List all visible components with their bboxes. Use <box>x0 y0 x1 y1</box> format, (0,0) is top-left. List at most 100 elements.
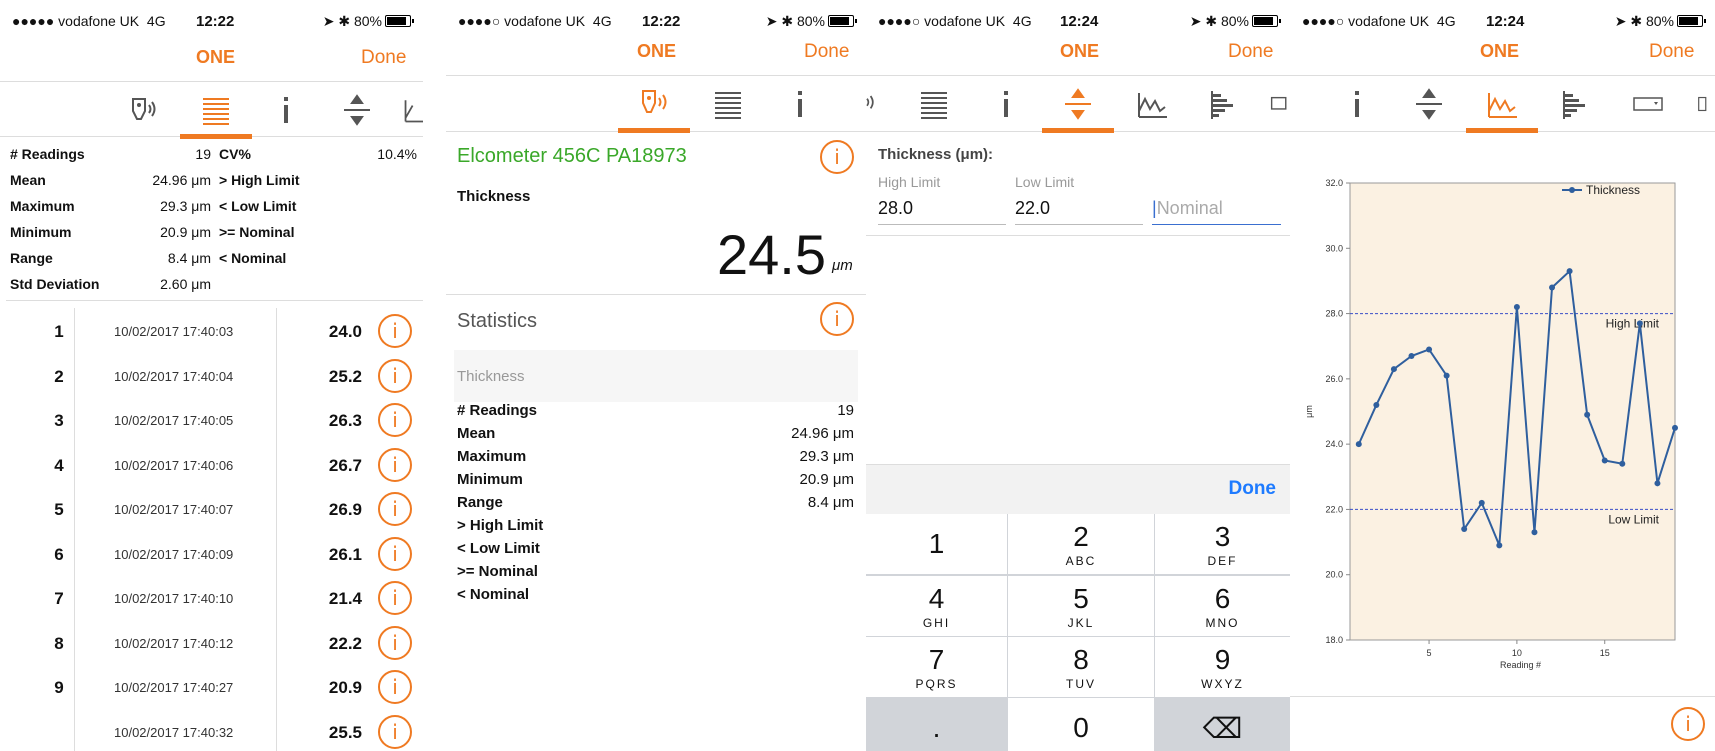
tab-gauge[interactable] <box>618 86 690 133</box>
key-1[interactable]: 1 <box>866 514 1007 574</box>
reading-info-button[interactable]: i <box>378 581 412 615</box>
tab-histogram[interactable] <box>1552 86 1600 122</box>
stat-value: 8.4 μm <box>807 494 854 511</box>
reading-info-button[interactable]: i <box>378 625 412 660</box>
gauge-info-button[interactable]: i <box>820 140 854 174</box>
tab-info[interactable] <box>262 92 310 128</box>
low-limit-input[interactable]: 22.0 <box>1015 198 1143 225</box>
tab-batch[interactable] <box>1624 86 1672 122</box>
carrier: ●●●●○ vodafone UK 4G <box>1302 13 1456 29</box>
stat-label: Minimum <box>10 224 72 240</box>
data-point <box>1496 542 1503 549</box>
tab-underline <box>618 128 690 133</box>
table-row[interactable]: 5 10/02/2017 17:40:07 26.9 i <box>0 492 423 542</box>
table-row[interactable]: 3 10/02/2017 17:40:05 26.3 i <box>0 403 423 453</box>
table-row[interactable]: 8 10/02/2017 17:40:12 22.2 i <box>0 625 423 676</box>
tab-limits[interactable] <box>333 92 381 128</box>
stat-label: < Nominal <box>457 586 530 603</box>
y-tick-label: 20.0 <box>1325 570 1343 580</box>
key-digit: 4 <box>928 582 945 614</box>
reading-info-button[interactable]: i <box>378 714 412 749</box>
reading-info-button[interactable]: i <box>378 403 412 437</box>
reading-info-button[interactable]: i <box>378 670 412 704</box>
stat-value: 20.9 μm <box>160 224 211 240</box>
reading-timestamp: 10/02/2017 17:40:09 <box>114 546 234 562</box>
nominal-input[interactable]: |Nominal <box>1152 198 1281 225</box>
reading-info-button[interactable]: i <box>378 314 412 348</box>
tab-readings[interactable] <box>704 86 752 122</box>
table-row[interactable]: 4 10/02/2017 17:40:06 26.7 i <box>0 447 423 498</box>
table-row[interactable]: 2 10/02/2017 17:40:04 25.2 i <box>0 358 423 409</box>
key-7[interactable]: 7 PQRS <box>866 637 1007 697</box>
key-0[interactable]: 0 <box>1008 698 1154 751</box>
done-button[interactable]: Done <box>1649 41 1694 63</box>
divider <box>6 300 423 301</box>
reading-info-button[interactable]: i <box>378 536 412 571</box>
carrier: ●●●●○ vodafone UK 4G <box>458 13 612 29</box>
reading-value: 26.9 <box>328 500 362 519</box>
divider <box>446 294 866 295</box>
reading-info-button[interactable]: i <box>378 492 412 526</box>
tab-chart[interactable] <box>1466 86 1538 133</box>
keyboard-done-button[interactable]: Done <box>1229 478 1277 500</box>
info-icon <box>284 97 288 123</box>
tab-gauge[interactable] <box>866 86 890 122</box>
tab-limits[interactable] <box>1042 86 1114 133</box>
high-limit-input[interactable]: 28.0 <box>878 198 1006 225</box>
table-row[interactable]: 1 10/02/2017 17:40:03 24.0 i <box>0 314 423 364</box>
stat-value: 2.60 μm <box>160 276 211 292</box>
done-button[interactable]: Done <box>1228 41 1273 63</box>
key-2[interactable]: 2 ABC <box>1008 514 1154 574</box>
data-point <box>1619 460 1626 467</box>
tab-info[interactable] <box>776 86 824 122</box>
key-9[interactable]: 9 WXYZ <box>1155 637 1290 697</box>
chart-info-button[interactable]: i <box>1671 707 1705 741</box>
stat-value: 19 <box>837 402 854 419</box>
reading-info-button[interactable]: i <box>378 447 412 482</box>
gauge-reading: 24.5 <box>717 223 826 286</box>
data-point <box>1355 441 1362 448</box>
tab-gauge[interactable] <box>118 92 166 128</box>
reading-info-button[interactable]: i <box>378 358 412 393</box>
backspace-key[interactable]: ⌫ <box>1155 698 1290 751</box>
table-row[interactable]: 7 10/02/2017 17:40:10 21.4 i <box>0 581 423 631</box>
stat-label: < Low Limit <box>219 198 297 214</box>
stat-label: >= Nominal <box>219 224 295 240</box>
tab-info[interactable] <box>982 86 1030 122</box>
reading-timestamp: 10/02/2017 17:40:04 <box>114 368 234 384</box>
key-4[interactable]: 4 GHI <box>866 576 1007 636</box>
gauge-screen: ●●●●○ vodafone UK 4G 12:22 ➤ ✱ 80% ONE D… <box>446 0 866 751</box>
statistics-info-button[interactable]: i <box>820 302 854 336</box>
x-tick-label: 10 <box>1512 648 1522 658</box>
table-row[interactable]: 6 10/02/2017 17:40:09 26.1 i <box>0 536 423 587</box>
tab-readings[interactable] <box>180 92 252 139</box>
tab-chart[interactable] <box>1128 86 1176 122</box>
done-button[interactable]: Done <box>361 47 406 69</box>
decimal-key[interactable]: . <box>866 698 1007 751</box>
key-6[interactable]: 6 MNO <box>1155 576 1290 636</box>
stat-label: Mean <box>10 172 46 188</box>
tab-chart[interactable] <box>402 92 423 128</box>
tab-info[interactable] <box>1333 86 1381 122</box>
gauge-name: Elcometer 456C PA18973 <box>457 145 687 167</box>
data-point <box>1513 304 1520 311</box>
key-8[interactable]: 8 TUV <box>1008 637 1154 697</box>
data-point <box>1636 320 1643 327</box>
reading-index: 5 <box>54 500 64 519</box>
table-row[interactable]: 9 10/02/2017 17:40:27 20.9 i <box>0 670 423 720</box>
reading-value: 24.0 <box>328 322 362 341</box>
tab-batch[interactable] <box>1266 86 1290 122</box>
key-letters: PQRS <box>915 676 958 691</box>
tab-underline <box>1042 128 1114 133</box>
tab-readings[interactable] <box>910 86 958 122</box>
key-3[interactable]: 3 DEF <box>1155 514 1290 574</box>
tab-histogram[interactable] <box>1200 86 1248 122</box>
stat-value: 8.4 μm <box>167 250 211 266</box>
stat-label: Range <box>10 250 53 266</box>
done-button[interactable]: Done <box>804 41 849 63</box>
data-point <box>1531 529 1538 536</box>
tab-more[interactable] <box>1694 86 1714 122</box>
table-row[interactable]: 10/02/2017 17:40:32 25.5 i <box>0 714 423 751</box>
key-5[interactable]: 5 JKL <box>1008 576 1154 636</box>
tab-limits[interactable] <box>1405 86 1453 122</box>
